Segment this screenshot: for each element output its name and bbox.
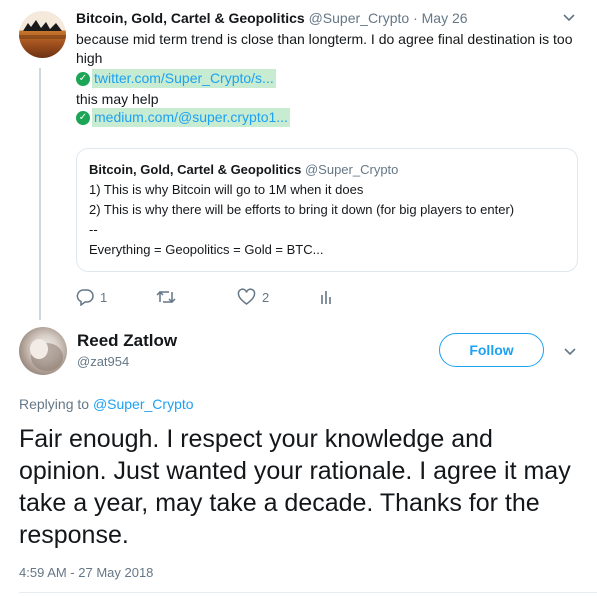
parent-header: Bitcoin, Gold, Cartel & Geopolitics @Sup… [76,10,468,26]
main-author-name[interactable]: Reed Zatlow [77,331,177,351]
reply-button[interactable]: 1 [76,288,107,306]
parent-action-bar: 1 2 [76,288,376,308]
analytics-button[interactable] [319,288,333,306]
main-avatar[interactable] [19,327,67,375]
main-tweet-text: Fair enough. I respect your knowledge an… [19,425,571,549]
quoted-author-handle: @Super_Crypto [304,162,399,177]
meta-separator: · [413,10,418,26]
like-icon [237,288,256,305]
reply-icon [76,289,94,306]
analytics-icon [321,291,331,304]
quoted-line: Everything = Geopolitics = Gold = BTC... [89,242,324,257]
link-text[interactable]: medium.com/@super.crypto1... [92,108,290,127]
parent-link-1[interactable]: ✓ twitter.com/Super_Crypto/s... [76,69,276,88]
parent-link-2[interactable]: ✓ medium.com/@super.crypto1... [76,108,290,127]
main-author-handle[interactable]: @zat954 [77,354,129,369]
main-timestamp[interactable]: 4:59 AM - 27 May 2018 [19,565,153,580]
like-count: 2 [262,289,270,305]
check-circle-icon: ✓ [76,110,90,125]
parent-date[interactable]: May 26 [422,10,468,26]
reply-count: 1 [100,289,108,305]
link-text[interactable]: twitter.com/Super_Crypto/s... [92,69,276,88]
quoted-line: 1) This is why Bitcoin will go to 1M whe… [89,182,364,197]
thread-connector-line [39,68,41,320]
like-button[interactable]: 2 [237,288,269,306]
parent-tweet-line2: this may help [76,91,159,107]
parent-avatar[interactable] [19,11,66,58]
retweet-icon [156,290,176,304]
check-circle-icon: ✓ [76,71,90,86]
divider [19,592,597,593]
parent-tweet-text: because mid term trend is close than lon… [76,31,573,66]
quoted-author-name: Bitcoin, Gold, Cartel & Geopolitics [89,162,302,177]
parent-author-handle[interactable]: @Super_Crypto [309,10,410,26]
chevron-down-icon[interactable] [562,10,576,29]
replying-prefix: Replying to [19,396,90,412]
chevron-down-icon[interactable] [563,344,577,363]
retweet-button[interactable] [156,288,176,306]
replying-to: Replying to @Super_Crypto [19,396,194,412]
parent-author-name[interactable]: Bitcoin, Gold, Cartel & Geopolitics [76,10,305,26]
follow-button[interactable]: Follow [439,333,544,367]
quoted-tweet-card[interactable]: Bitcoin, Gold, Cartel & Geopolitics @Sup… [76,148,578,272]
quoted-line: -- [89,222,98,237]
quoted-line: 2) This is why there will be efforts to … [89,202,515,217]
replying-mention[interactable]: @Super_Crypto [93,396,194,412]
